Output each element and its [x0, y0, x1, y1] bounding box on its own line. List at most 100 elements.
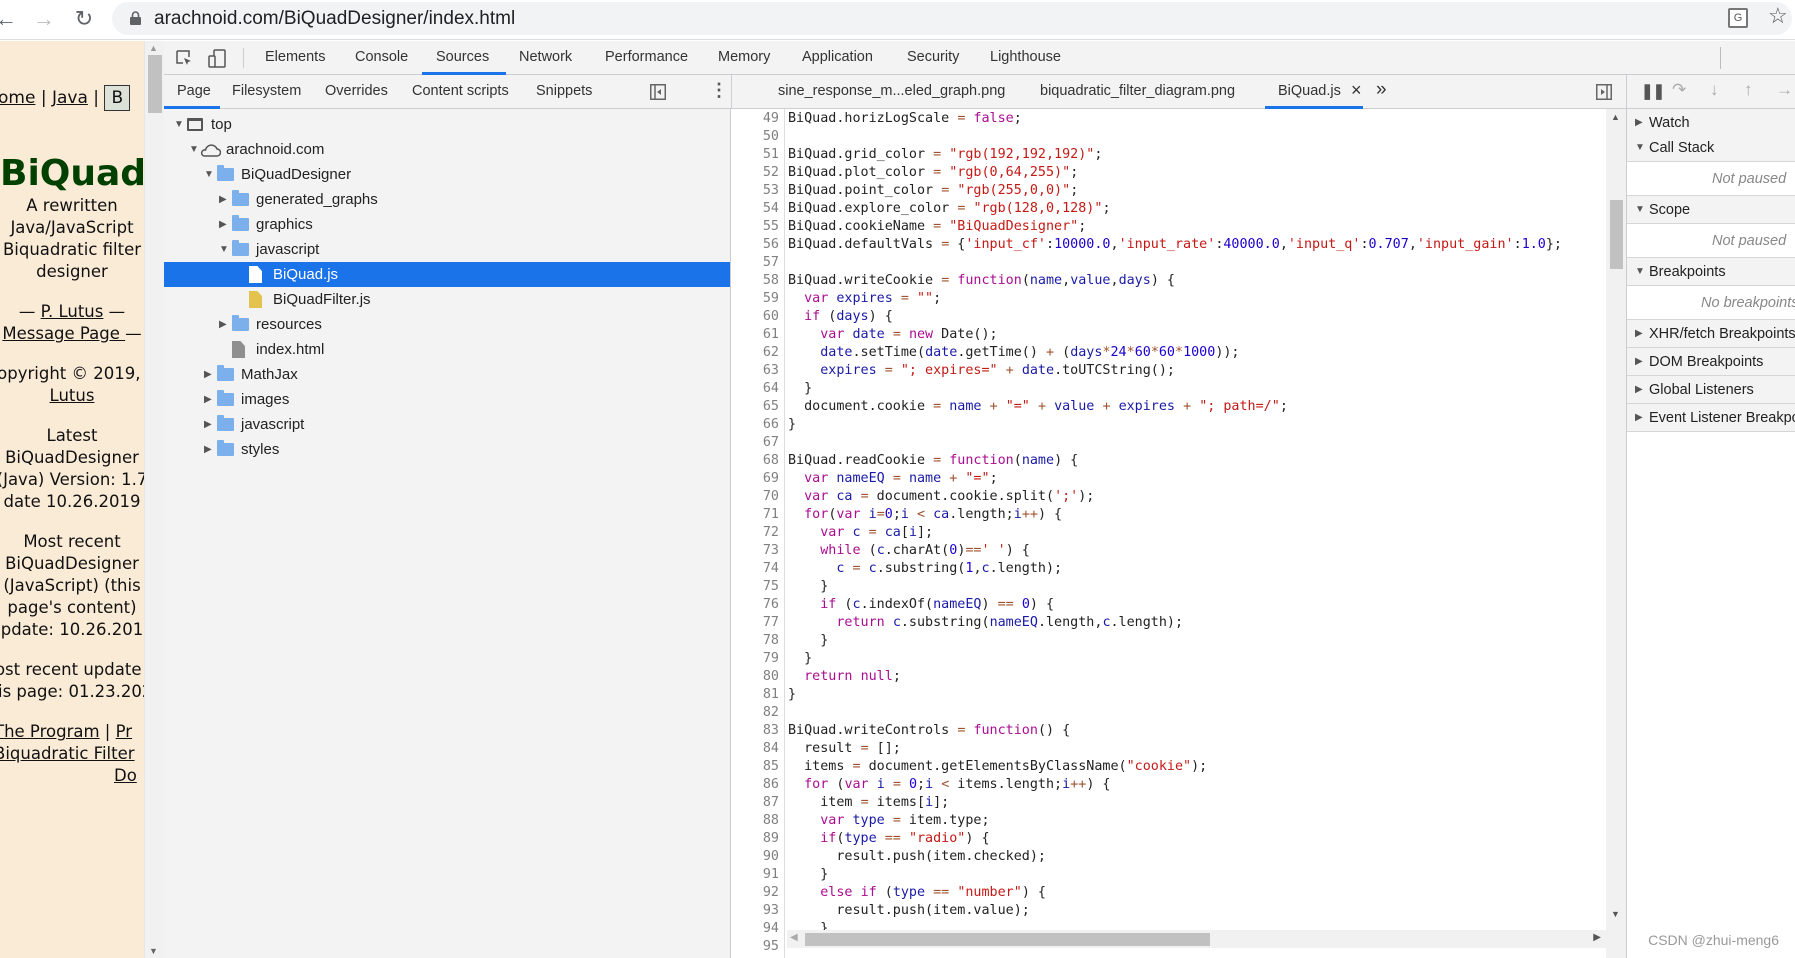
- code-line[interactable]: BiQuad.writeCookie = function(name,value…: [788, 272, 1175, 290]
- debugger-section-event-listener-breakpoints[interactable]: ▶ Event Listener Breakpoints: [1627, 404, 1795, 432]
- tree-item[interactable]: ▼ BiQuadDesigner: [164, 162, 730, 187]
- code-line[interactable]: items = document.getElementsByClassName(…: [788, 758, 1207, 776]
- more-options-icon[interactable]: ⋮: [710, 80, 728, 101]
- code-line[interactable]: BiQuad.readCookie = function(name) {: [788, 452, 1078, 470]
- debugger-section-dom-breakpoints[interactable]: ▶ DOM Breakpoints: [1627, 348, 1795, 376]
- horizontal-scroll-thumb[interactable]: [805, 933, 1210, 946]
- expanded-arrow-icon[interactable]: ▼: [219, 237, 229, 262]
- do-link[interactable]: Do: [114, 766, 137, 785]
- code-line[interactable]: var nameEQ = name + "=";: [788, 470, 998, 488]
- tree-item[interactable]: ▶ MathJax: [164, 362, 730, 387]
- message-page-link[interactable]: Message Page: [2, 324, 125, 343]
- tab-lighthouse[interactable]: Lighthouse: [990, 49, 1061, 65]
- code-line[interactable]: var ca = document.cookie.split(';');: [788, 488, 1094, 506]
- filter-link[interactable]: Biquadratic Filter: [0, 744, 135, 763]
- code-line[interactable]: BiQuad.grid_color = "rgb(192,192,192)";: [788, 146, 1102, 164]
- close-tab-icon[interactable]: ×: [1351, 80, 1362, 101]
- home-link[interactable]: ome: [0, 88, 35, 108]
- tab-elements[interactable]: Elements: [265, 49, 325, 65]
- code-line[interactable]: else if (type == "number") {: [788, 884, 1046, 902]
- translate-icon[interactable]: G: [1728, 8, 1748, 28]
- tree-item[interactable]: ▶ resources: [164, 312, 730, 337]
- step-icon[interactable]: →: [1776, 80, 1793, 100]
- scroll-down-icon[interactable]: ▼: [149, 946, 158, 956]
- code-line[interactable]: }: [788, 866, 828, 884]
- collapsed-arrow-icon[interactable]: ▶: [204, 437, 212, 462]
- code-line[interactable]: if(type == "radio") {: [788, 830, 989, 848]
- program-link[interactable]: The Program: [0, 722, 100, 741]
- code-line[interactable]: for (var i = 0;i < items.length;i++) {: [788, 776, 1110, 794]
- back-button[interactable]: ←: [0, 6, 20, 32]
- address-bar[interactable]: arachnoid.com/BiQuadDesigner/index.html: [112, 2, 1792, 35]
- tree-item[interactable]: ▼ javascript: [164, 237, 730, 262]
- code-line[interactable]: }: [788, 650, 812, 668]
- code-line[interactable]: result.push(item.checked);: [788, 848, 1046, 866]
- vertical-scroll-thumb[interactable]: [1610, 200, 1623, 269]
- code-line[interactable]: return c.substring(nameEQ.length,c.lengt…: [788, 614, 1183, 632]
- code-line[interactable]: if (c.indexOf(nameEQ) == 0) {: [788, 596, 1054, 614]
- page-scrollbar[interactable]: ▲ ▼: [144, 41, 164, 958]
- debugger-section-scope[interactable]: ▼ Scope: [1627, 196, 1795, 224]
- code-line[interactable]: document.cookie = name + "=" + value + e…: [788, 398, 1288, 416]
- collapsed-arrow-icon[interactable]: ▶: [204, 362, 212, 387]
- code-line[interactable]: return null;: [788, 668, 901, 686]
- biquad-nav-box[interactable]: B: [104, 85, 131, 111]
- toggle-navigator-icon[interactable]: [650, 84, 666, 100]
- debugger-section-call-stack[interactable]: ▼ Call Stack: [1627, 134, 1795, 162]
- device-toolbar-icon[interactable]: [208, 49, 226, 68]
- code-line[interactable]: result = [];: [788, 740, 901, 758]
- collapsed-arrow-icon[interactable]: ▶: [204, 412, 212, 437]
- code-line[interactable]: BiQuad.horizLogScale = false;: [788, 110, 1022, 128]
- file-tab[interactable]: BiQuad.js: [1278, 83, 1341, 99]
- editor-horizontal-scrollbar[interactable]: ◀ ▶: [787, 930, 1606, 948]
- tree-item[interactable]: ▼ arachnoid.com: [164, 137, 730, 162]
- step-over-icon[interactable]: ↷: [1672, 80, 1686, 100]
- code-line[interactable]: }: [788, 578, 828, 596]
- debugger-section-xhr-fetch-breakpoints[interactable]: ▶ XHR/fetch Breakpoints: [1627, 320, 1795, 348]
- tab-console[interactable]: Console: [355, 49, 408, 65]
- tab-memory[interactable]: Memory: [718, 49, 770, 65]
- scroll-up-icon[interactable]: ▲: [1611, 112, 1620, 122]
- tree-item[interactable]: BiQuadFilter.js: [164, 287, 730, 312]
- code-line[interactable]: }: [788, 416, 796, 434]
- code-line[interactable]: BiQuad.explore_color = "rgb(128,0,128)";: [788, 200, 1111, 218]
- code-line[interactable]: var date = new Date();: [788, 326, 997, 344]
- code-line[interactable]: date.setTime(date.getTime() + (days*24*6…: [788, 344, 1239, 362]
- code-line[interactable]: item = items[i];: [788, 794, 949, 812]
- code-line[interactable]: var type = item.type;: [788, 812, 989, 830]
- author-link[interactable]: P. Lutus: [41, 302, 104, 321]
- tree-item[interactable]: index.html: [164, 337, 730, 362]
- editor-vertical-scrollbar[interactable]: ▲ ▼: [1606, 109, 1626, 958]
- code-line[interactable]: BiQuad.defaultVals = {'input_cf':10000.0…: [788, 236, 1562, 254]
- reload-button[interactable]: ↻: [70, 6, 98, 32]
- code-line[interactable]: for(var i=0;i < ca.length;i++) {: [788, 506, 1062, 524]
- java-link[interactable]: Java: [52, 88, 88, 108]
- tab-sources[interactable]: Sources: [436, 49, 489, 65]
- expanded-arrow-icon[interactable]: ▼: [204, 162, 214, 187]
- file-tab[interactable]: biquadratic_filter_diagram.png: [1040, 83, 1235, 99]
- tree-item[interactable]: ▶ javascript: [164, 412, 730, 437]
- collapsed-arrow-icon[interactable]: ▶: [219, 312, 227, 337]
- code-line[interactable]: if (days) {: [788, 308, 893, 326]
- code-line[interactable]: }: [788, 380, 812, 398]
- code-line[interactable]: c = c.substring(1,c.length);: [788, 560, 1062, 578]
- code-line[interactable]: }: [788, 686, 796, 704]
- code-line[interactable]: BiQuad.plot_color = "rgb(0,64,255)";: [788, 164, 1078, 182]
- scroll-down-icon[interactable]: ▼: [1611, 909, 1620, 919]
- collapsed-arrow-icon[interactable]: ▶: [204, 387, 212, 412]
- nav-tab-filesystem[interactable]: Filesystem: [232, 83, 301, 99]
- collapsed-arrow-icon[interactable]: ▶: [219, 212, 227, 237]
- star-icon[interactable]: ☆: [1768, 3, 1788, 29]
- scroll-up-icon[interactable]: ▲: [149, 43, 158, 53]
- debugger-section-global-listeners[interactable]: ▶ Global Listeners: [1627, 376, 1795, 404]
- expanded-arrow-icon[interactable]: ▼: [189, 137, 199, 162]
- pause-icon[interactable]: ❚❚: [1641, 82, 1665, 100]
- nav-tab-page[interactable]: Page: [177, 83, 211, 99]
- code-line[interactable]: }: [788, 632, 828, 650]
- tab-security[interactable]: Security: [907, 49, 959, 65]
- tab-performance[interactable]: Performance: [605, 49, 688, 65]
- code-line[interactable]: BiQuad.cookieName = "BiQuadDesigner";: [788, 218, 1086, 236]
- inspect-element-icon[interactable]: [176, 50, 193, 67]
- more-tabs-icon[interactable]: »: [1376, 79, 1387, 101]
- forward-button[interactable]: →: [30, 6, 58, 32]
